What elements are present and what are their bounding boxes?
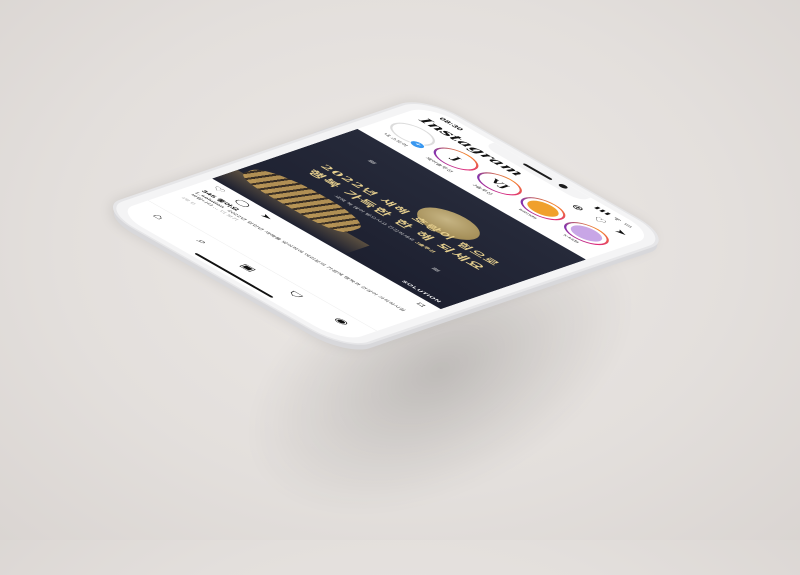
brand-logo: VJ: [487, 177, 512, 190]
search-icon[interactable]: ⌕: [193, 238, 211, 246]
cloud-ornament: ≋: [364, 158, 380, 166]
heart-icon[interactable]: ♡: [590, 215, 610, 224]
new-post-icon[interactable]: ⊕: [568, 203, 587, 212]
direct-message-icon[interactable]: ➤: [612, 228, 631, 237]
avatar: [515, 195, 571, 223]
profile-icon[interactable]: ◉: [331, 316, 352, 326]
bookmark-icon[interactable]: ⌑: [414, 302, 428, 308]
home-icon[interactable]: ⌂: [150, 213, 168, 221]
reels-icon[interactable]: ▣: [237, 263, 259, 274]
cloud-ornament: ≋: [428, 266, 443, 274]
front-camera: [556, 183, 570, 190]
shop-icon[interactable]: ⛉: [285, 290, 306, 299]
speaker: [522, 163, 554, 181]
brand-logo: J: [448, 155, 464, 163]
share-icon[interactable]: ➤: [258, 213, 276, 221]
